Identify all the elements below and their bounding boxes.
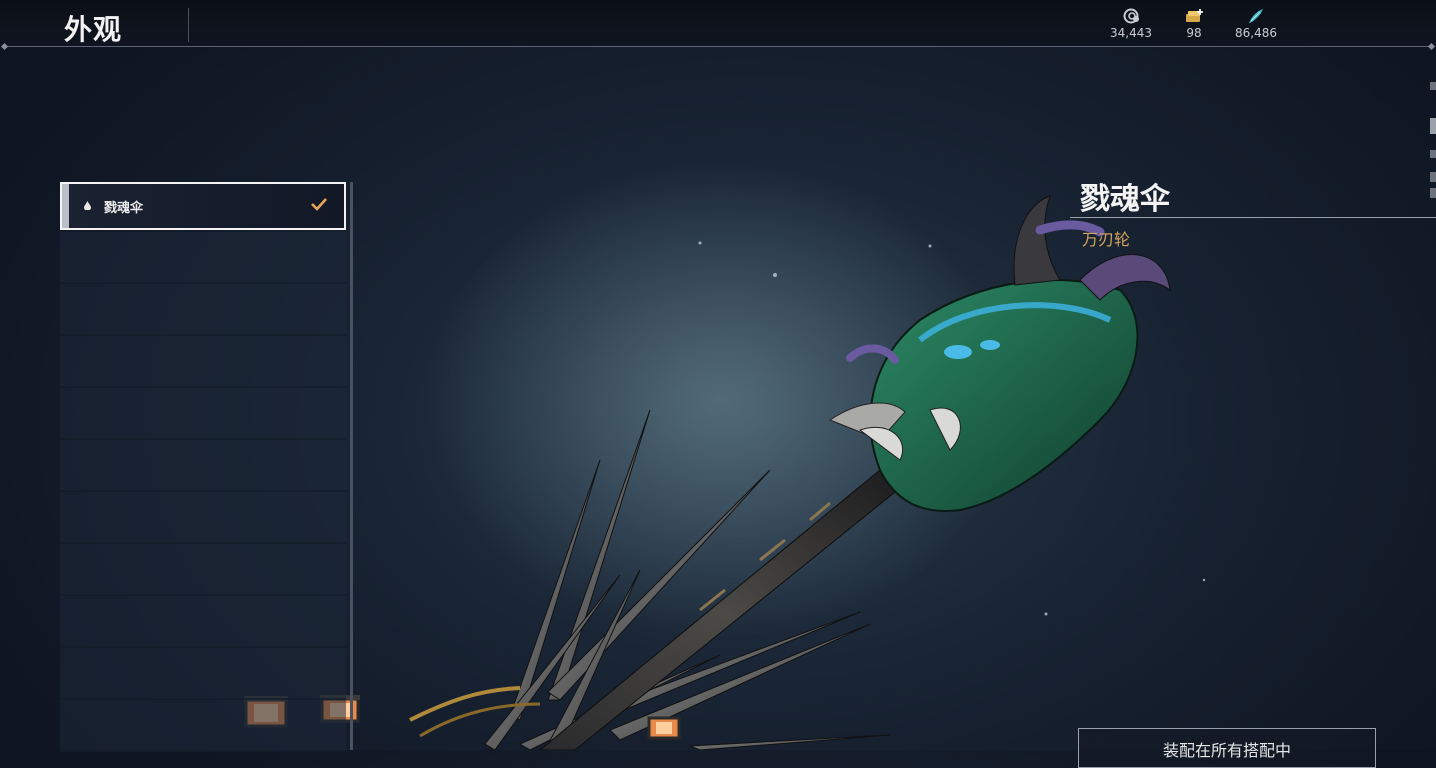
list-item-empty	[60, 284, 346, 336]
equip-all-button[interactable]: 装配在所有搭配中	[1078, 728, 1376, 768]
name-underline	[1070, 217, 1436, 218]
list-scrollbar[interactable]	[350, 182, 353, 750]
check-icon	[311, 198, 327, 211]
list-item-empty	[60, 700, 346, 752]
item-name: 戮魂伞	[1080, 182, 1170, 217]
list-item-empty	[60, 232, 346, 284]
list-item-empty	[60, 544, 346, 596]
drop-icon	[84, 201, 91, 210]
list-item-empty	[60, 336, 346, 388]
list-item-empty	[60, 648, 346, 700]
skin-item-label: 戮魂伞	[104, 201, 144, 216]
equip-all-label: 装配在所有搭配中	[1162, 741, 1291, 760]
list-item-empty	[60, 440, 346, 492]
list-item-empty	[60, 596, 346, 648]
lantern-decoration	[647, 716, 681, 740]
list-item-empty	[60, 388, 346, 440]
skin-list-item-selected[interactable]: 戮魂伞	[60, 182, 346, 230]
item-type: 万刃轮	[1082, 230, 1131, 249]
list-item-empty	[60, 492, 346, 544]
